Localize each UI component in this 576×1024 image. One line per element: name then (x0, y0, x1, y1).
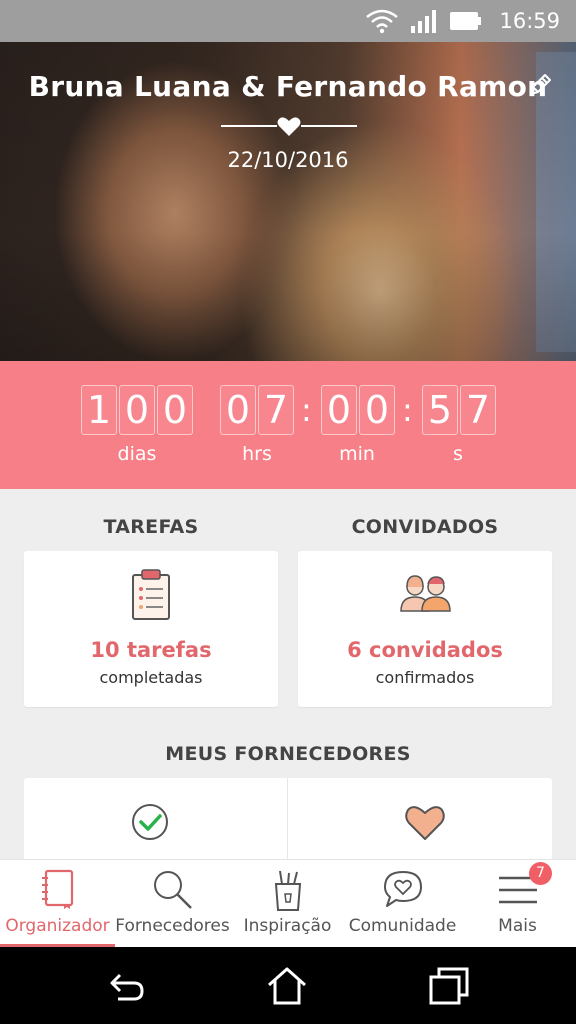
countdown: 1 0 0 0 7 : 0 0 : 5 7 dias hrs min s (0, 361, 576, 489)
nav-label: Organizador (5, 916, 110, 936)
vendors-card-divider (287, 778, 288, 859)
days-label: dias (117, 443, 157, 465)
pencil-edit-icon[interactable] (527, 72, 553, 98)
guests-title: CONVIDADOS (351, 516, 499, 538)
nav-label: Mais (498, 916, 537, 936)
recent-apps-icon[interactable] (428, 965, 470, 1007)
hours-label: hrs (242, 443, 272, 465)
cover-photo[interactable]: Bruna Luana & Fernando Ramon 22/10/2016 (0, 42, 576, 361)
seconds-digit: 7 (460, 385, 496, 435)
notification-badge: 7 (529, 862, 552, 885)
vendors-card[interactable] (24, 778, 552, 859)
chat-heart-icon (383, 871, 422, 907)
days-digit: 1 (81, 385, 117, 435)
signal-icon (411, 10, 437, 33)
search-icon (153, 871, 192, 909)
guests-count: 6 convidados (347, 638, 503, 662)
couple-names: Bruna Luana & Fernando Ramon (28, 70, 548, 103)
battery-icon (450, 12, 482, 30)
dashboard-content: TAREFAS CONVIDADOS 10 tarefas completada… (0, 489, 576, 859)
minutes-digit: 0 (321, 385, 357, 435)
seconds-digit: 5 (422, 385, 458, 435)
days-digit: 0 (119, 385, 155, 435)
days-digit: 0 (157, 385, 193, 435)
nav-organizador[interactable]: Organizador (0, 860, 115, 948)
heart-divider-icon (221, 117, 357, 136)
guests-subtitle: confirmados (375, 668, 475, 687)
nav-label: Inspiração (243, 916, 332, 936)
status-bar: 16:59 (0, 0, 576, 42)
nav-comunidade[interactable]: Comunidade (345, 860, 460, 948)
home-icon[interactable] (266, 965, 308, 1007)
tasks-card[interactable]: 10 tarefas completadas (24, 551, 278, 707)
heart-icon[interactable] (404, 802, 446, 842)
nav-mais[interactable]: 7 Mais (460, 860, 575, 948)
seconds-label: s (453, 443, 463, 465)
back-icon[interactable] (106, 965, 148, 1007)
wifi-icon (366, 9, 399, 34)
bottom-navigation: Organizador Fornecedores Inspiração Comu… (0, 859, 576, 948)
guests-card[interactable]: 6 convidados confirmados (298, 551, 552, 707)
colon-separator: : (301, 391, 312, 429)
nav-label: Fornecedores (115, 916, 230, 936)
wedding-date: 22/10/2016 (227, 148, 349, 172)
status-icons: 16:59 (365, 0, 560, 42)
vendors-title: MEUS FORNECEDORES (165, 743, 411, 765)
colon-separator: : (402, 391, 413, 429)
minutes-label: min (339, 443, 375, 465)
guests-couple-icon (400, 575, 451, 612)
tasks-count: 10 tarefas (90, 638, 212, 662)
notebook-icon (41, 869, 73, 909)
nav-fornecedores[interactable]: Fornecedores (115, 860, 230, 948)
hours-digit: 0 (220, 385, 256, 435)
hours-digit: 7 (258, 385, 294, 435)
nav-label: Comunidade (348, 916, 457, 936)
inspiration-cup-icon (274, 870, 301, 911)
system-navigation-bar (0, 947, 576, 1024)
nav-inspiracao[interactable]: Inspiração (230, 860, 345, 948)
minutes-digit: 0 (359, 385, 395, 435)
check-circle-icon[interactable] (130, 802, 170, 842)
countdown-digits: 1 0 0 0 7 : 0 0 : 5 7 (0, 385, 576, 437)
tasks-subtitle: completadas (99, 668, 203, 687)
tasks-title: TAREFAS (103, 516, 199, 538)
clipboard-checklist-icon (132, 569, 170, 620)
status-time: 16:59 (499, 9, 560, 33)
